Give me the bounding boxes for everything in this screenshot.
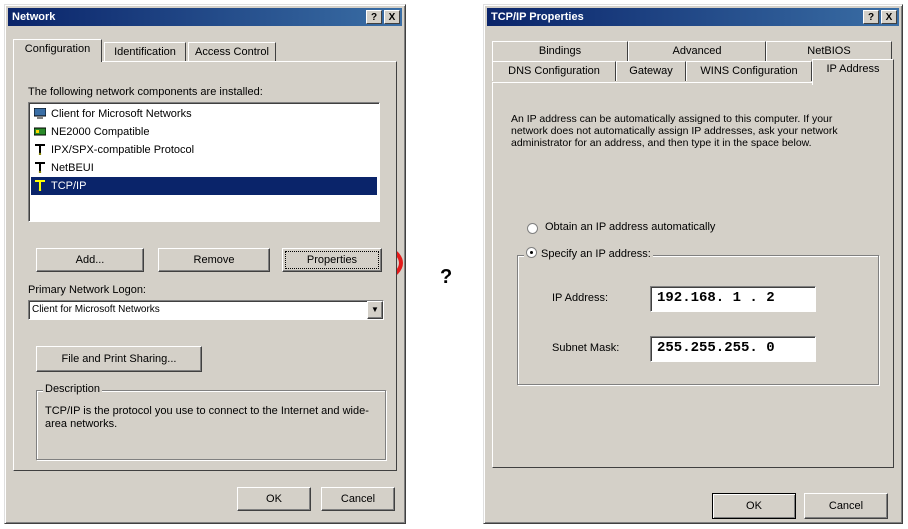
obtain-ip-label[interactable]: Obtain an IP address automatically: [545, 221, 715, 233]
tab-access-control[interactable]: Access Control: [188, 42, 276, 62]
dropdown-arrow-icon[interactable]: ▼: [367, 301, 383, 319]
tcpip-title: TCP/IP Properties: [491, 11, 584, 23]
add-button[interactable]: Add...: [36, 248, 144, 272]
tcpip-titlebar[interactable]: TCP/IP Properties ? X: [487, 8, 899, 26]
subnet-mask-label: Subnet Mask:: [552, 342, 620, 354]
ip-address-panel: An IP address can be automatically assig…: [492, 82, 894, 468]
list-item-ne2000[interactable]: NE2000 Compatible: [31, 123, 377, 141]
tab-ip-address[interactable]: IP Address: [812, 59, 894, 85]
info-text: An IP address can be automatically assig…: [511, 113, 838, 149]
ip-address-label: IP Address:: [552, 292, 609, 304]
tcpip-dialog: TCP/IP Properties ? X Bindings Advanced …: [483, 4, 903, 524]
list-item-tcpip[interactable]: TCP/IP: [31, 177, 377, 195]
ip-address-field[interactable]: 192.168. 1 . 2: [650, 286, 816, 312]
remove-button[interactable]: Remove: [158, 248, 270, 272]
tab-advanced[interactable]: Advanced: [628, 41, 766, 61]
specify-ip-label[interactable]: Specify an IP address:: [541, 248, 651, 260]
ok-button[interactable]: OK: [712, 493, 796, 519]
description-legend: Description: [43, 383, 103, 395]
protocol-icon: [35, 144, 45, 155]
specify-ip-group: Specify an IP address: IP Address: 192.1…: [517, 247, 879, 385]
tab-netbios[interactable]: NetBIOS: [766, 41, 892, 61]
tab-configuration[interactable]: Configuration: [13, 39, 102, 62]
tab-dns-configuration[interactable]: DNS Configuration: [492, 61, 616, 81]
list-item-netbeui[interactable]: NetBEUI: [31, 159, 377, 177]
properties-button[interactable]: Properties: [282, 248, 382, 272]
subnet-mask-field[interactable]: 255.255.255. 0: [650, 336, 816, 362]
obtain-ip-radio[interactable]: [527, 223, 538, 234]
client-icon: [34, 108, 46, 119]
file-print-sharing-button[interactable]: File and Print Sharing...: [36, 346, 202, 372]
question-mark: ?: [440, 266, 453, 288]
cancel-button[interactable]: Cancel: [321, 487, 395, 511]
primary-logon-label: Primary Network Logon:: [28, 284, 146, 296]
installed-components-label: The following network components are ins…: [28, 86, 263, 98]
protocol-icon: [35, 180, 45, 191]
protocol-icon: [35, 162, 45, 173]
help-button[interactable]: ?: [863, 10, 879, 24]
network-titlebar[interactable]: Network ? X: [8, 8, 402, 26]
tab-wins-configuration[interactable]: WINS Configuration: [686, 61, 812, 81]
list-item-ipx[interactable]: IPX/SPX-compatible Protocol: [31, 141, 377, 159]
cancel-button[interactable]: Cancel: [804, 493, 888, 519]
close-button[interactable]: X: [881, 10, 897, 24]
ok-button[interactable]: OK: [237, 487, 311, 511]
specify-ip-legend: Specify an IP address:: [524, 247, 653, 260]
close-button[interactable]: X: [384, 10, 400, 24]
tab-identification[interactable]: Identification: [104, 42, 186, 62]
tab-gateway[interactable]: Gateway: [616, 61, 686, 81]
network-card-icon: [34, 127, 46, 136]
description-text: TCP/IP is the protocol you use to connec…: [45, 405, 369, 430]
list-item-client[interactable]: Client for Microsoft Networks: [31, 105, 377, 123]
primary-logon-value: Client for Microsoft Networks: [32, 304, 160, 315]
network-title: Network: [12, 11, 56, 23]
primary-logon-select[interactable]: Client for Microsoft Networks ▼: [28, 300, 384, 320]
tab-bindings[interactable]: Bindings: [492, 41, 628, 61]
network-dialog: Network ? X Configuration Identification…: [4, 4, 406, 524]
description-group: Description TCP/IP is the protocol you u…: [36, 383, 386, 460]
configuration-panel: The following network components are ins…: [13, 61, 397, 471]
components-list[interactable]: Client for Microsoft Networks NE2000 Com…: [28, 102, 380, 222]
help-button[interactable]: ?: [366, 10, 382, 24]
specify-ip-radio[interactable]: [526, 247, 537, 258]
